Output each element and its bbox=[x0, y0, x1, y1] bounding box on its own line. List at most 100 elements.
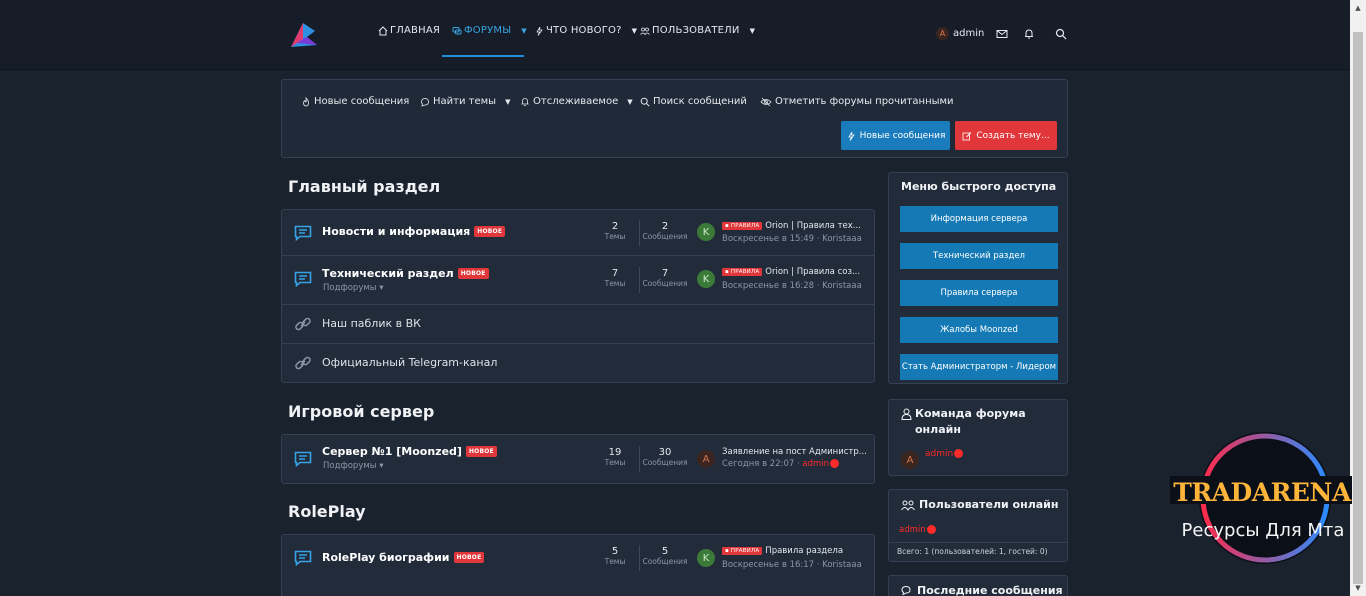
caret-down-icon: ▾ bbox=[379, 461, 384, 471]
nav-forums[interactable]: ФОРУМЫ ▼ bbox=[452, 25, 527, 36]
subforums-toggle[interactable]: Подфорумы ▾ bbox=[323, 461, 383, 471]
chevron-down-icon[interactable]: ▼ bbox=[521, 27, 527, 35]
quick-link-become-admin[interactable]: Стать Администраторм - Лидером bbox=[900, 354, 1058, 380]
threads-count: 5 bbox=[611, 546, 619, 557]
section-title: Главный раздел bbox=[288, 177, 441, 196]
users-online-widget: Пользователи онлайн admin Всего: 1 (поль… bbox=[888, 489, 1068, 562]
threads-label: Темы bbox=[604, 279, 626, 288]
chevron-down-icon[interactable]: ▼ bbox=[505, 98, 510, 106]
last-post-user[interactable]: admin bbox=[802, 459, 829, 469]
last-post-meta[interactable]: Воскресенье в 15:49 · Koristaaa bbox=[722, 234, 862, 244]
avatar[interactable]: A bbox=[697, 450, 715, 468]
chevron-down-icon[interactable]: ▼ bbox=[627, 98, 632, 106]
bolt-icon bbox=[536, 26, 543, 36]
quick-link-complaints[interactable]: Жалобы Moonzed bbox=[900, 317, 1058, 343]
messages-stat: 2 Сообщения bbox=[640, 221, 690, 241]
mark-read-link[interactable]: Отметить форумы прочитанными bbox=[760, 96, 954, 107]
online-status-icon bbox=[830, 459, 840, 468]
messages-count: 7 bbox=[661, 268, 669, 279]
watched-link[interactable]: Отслеживаемое ▼ bbox=[520, 96, 633, 107]
avatar[interactable]: K bbox=[697, 270, 715, 288]
envelope-icon[interactable] bbox=[996, 28, 1008, 40]
prefix-text: ПРАВИЛА bbox=[730, 548, 760, 554]
forum-chat-icon bbox=[294, 225, 312, 241]
scroll-down-arrow[interactable]: ▼ bbox=[1353, 582, 1363, 594]
forum-title-text[interactable]: Сервер №1 [Moonzed] bbox=[322, 445, 462, 458]
user-menu[interactable]: A admin bbox=[936, 27, 984, 40]
last-post-meta[interactable]: Воскресенье в 16:28 · Koristaaa bbox=[722, 281, 862, 291]
last-post-title-text[interactable]: Правила раздела bbox=[765, 546, 843, 556]
forum-row[interactable]: Новости и информация НОВОЕ 2 Темы 2 Сооб… bbox=[282, 210, 874, 256]
last-post-title-text[interactable]: Orion | Правила тех... bbox=[765, 221, 861, 231]
bolt-icon bbox=[847, 131, 855, 141]
forum-title[interactable]: Новости и информация НОВОЕ bbox=[322, 225, 506, 238]
quick-link-rules[interactable]: Правила сервера bbox=[900, 280, 1058, 306]
nav-home[interactable]: ГЛАВНАЯ bbox=[378, 25, 440, 36]
forum-title[interactable]: Сервер №1 [Moonzed] НОВОЕ bbox=[322, 445, 497, 458]
nav-whats-new-label: ЧТО НОВОГО? bbox=[546, 25, 622, 36]
search-posts-link[interactable]: Поиск сообщений bbox=[640, 96, 747, 107]
forum-title-text[interactable]: Технический раздел bbox=[322, 267, 454, 280]
search-icon[interactable] bbox=[1055, 28, 1067, 40]
online-username[interactable]: admin bbox=[899, 525, 926, 535]
last-post-meta[interactable]: Сегодня в 22:07 · admin bbox=[722, 459, 840, 469]
forum-title[interactable]: Официальный Telegram-канал bbox=[322, 356, 497, 369]
create-thread-button[interactable]: Создать тему... bbox=[955, 121, 1057, 150]
avatar[interactable]: A bbox=[901, 451, 919, 469]
scroll-up-arrow[interactable]: ▲ bbox=[1353, 2, 1363, 14]
last-post-meta[interactable]: Воскресенье в 16:17 · Koristaaa bbox=[722, 560, 862, 570]
last-post-title-text[interactable]: Заявление на пост Администр... bbox=[722, 447, 867, 457]
scrollbar-thumb[interactable] bbox=[1353, 32, 1363, 584]
new-posts-button[interactable]: Новые сообщения bbox=[841, 121, 950, 150]
subforums-toggle[interactable]: Подфорумы ▾ bbox=[323, 283, 383, 293]
last-post-title[interactable]: ▪ ПРАВИЛА Orion | Правила соз... bbox=[722, 267, 867, 277]
username: admin bbox=[953, 28, 985, 39]
forum-row[interactable]: Технический раздел НОВОЕ Подфорумы ▾ 7 Т… bbox=[282, 256, 874, 305]
edit-icon bbox=[962, 131, 972, 140]
staff-online-widget: Команда форума онлайн A admin bbox=[888, 399, 1068, 476]
site-logo[interactable] bbox=[289, 21, 319, 49]
new-posts-link[interactable]: Новые сообщения bbox=[301, 96, 409, 107]
forum-title[interactable]: Технический раздел НОВОЕ bbox=[322, 267, 489, 280]
chevron-down-icon[interactable]: ▼ bbox=[632, 27, 638, 35]
nav-forums-label: ФОРУМЫ bbox=[464, 25, 512, 36]
avatar: A bbox=[936, 27, 949, 40]
quick-link-server-info[interactable]: Информация сервера bbox=[900, 206, 1058, 232]
link-icon bbox=[295, 317, 311, 331]
forum-title[interactable]: RolePlay биографии НОВОЕ bbox=[322, 551, 485, 564]
quick-link-tech[interactable]: Технический раздел bbox=[900, 243, 1058, 269]
last-post-title[interactable]: Заявление на пост Администр... bbox=[722, 447, 870, 457]
chevron-down-icon[interactable]: ▼ bbox=[750, 27, 756, 35]
staff-username[interactable]: admin bbox=[925, 449, 953, 459]
staff-user[interactable]: admin bbox=[925, 449, 964, 459]
bell-icon[interactable] bbox=[1023, 28, 1035, 40]
forum-title-text[interactable]: Новости и информация bbox=[322, 225, 470, 238]
forum-title-text[interactable]: RolePlay биографии bbox=[322, 551, 450, 564]
online-user[interactable]: admin bbox=[899, 525, 936, 535]
new-badge: НОВОЕ bbox=[457, 268, 489, 279]
last-post-title[interactable]: ▪ ПРАВИЛА Orion | Правила тех... bbox=[722, 221, 867, 231]
forum-row[interactable]: RolePlay биографии НОВОЕ 5 Темы 5 Сообще… bbox=[282, 535, 874, 582]
nav-home-label: ГЛАВНАЯ bbox=[390, 25, 441, 36]
users-online-heading: Пользователи онлайн bbox=[901, 497, 1058, 513]
last-post-title[interactable]: ▪ ПРАВИЛА Правила раздела bbox=[722, 546, 867, 556]
prefix-text: ПРАВИЛА bbox=[730, 223, 760, 229]
comments-icon bbox=[452, 26, 462, 34]
messages-label: Сообщения bbox=[642, 557, 688, 566]
forum-row[interactable]: Сервер №1 [Moonzed] НОВОЕ Подфорумы ▾ 19… bbox=[282, 435, 874, 483]
messages-stat: 5 Сообщения bbox=[640, 546, 690, 566]
last-post-title-text[interactable]: Orion | Правила соз... bbox=[765, 267, 860, 277]
quick-access-title: Меню быстрого доступа bbox=[901, 180, 1057, 193]
online-status-icon bbox=[926, 525, 936, 534]
find-threads-link[interactable]: Найти темы ▼ bbox=[420, 96, 510, 107]
avatar[interactable]: K bbox=[697, 549, 715, 567]
forum-row-link[interactable]: Наш паблик в ВК bbox=[282, 305, 874, 344]
avatar[interactable]: K bbox=[697, 223, 715, 241]
forum-title[interactable]: Наш паблик в ВК bbox=[322, 317, 421, 330]
forum-row-link[interactable]: Официальный Telegram-канал bbox=[282, 344, 874, 383]
quick-access-widget: Меню быстрого доступа Информация сервера… bbox=[888, 172, 1068, 384]
comment-icon bbox=[421, 97, 429, 107]
nav-whats-new[interactable]: ЧТО НОВОГО? ▼ bbox=[534, 25, 637, 36]
latest-posts-title: Последние сообщения bbox=[917, 584, 1063, 596]
nav-members[interactable]: ПОЛЬЗОВАТЕЛИ ▼ bbox=[640, 25, 755, 36]
